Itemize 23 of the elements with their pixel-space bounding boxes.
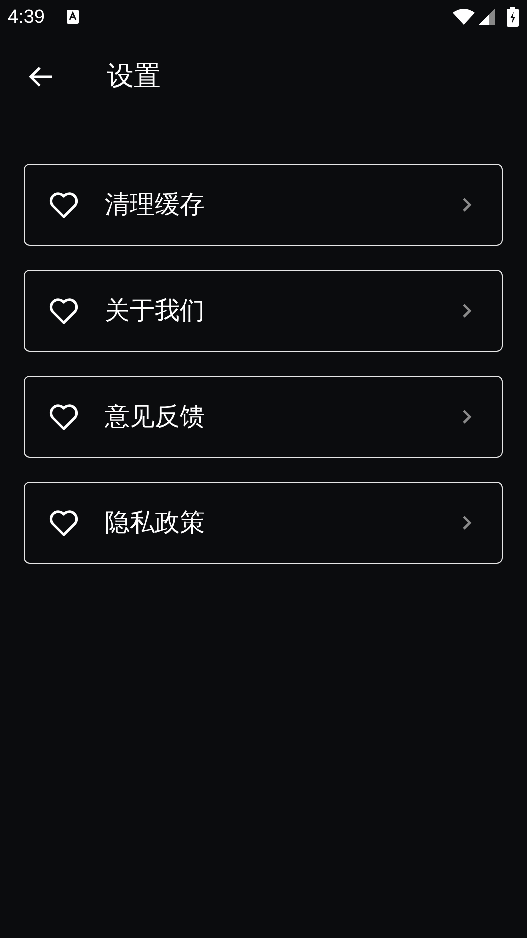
chevron-right-icon — [462, 197, 472, 213]
signal-icon — [479, 9, 495, 25]
heart-icon — [49, 404, 79, 430]
status-time: 4:39 — [8, 8, 45, 26]
row-label: 清理缓存 — [105, 190, 206, 220]
settings-row[interactable]: 意见反馈 — [24, 376, 503, 458]
heart-icon — [49, 510, 79, 536]
settings-row[interactable]: 清理缓存 — [24, 164, 503, 246]
back-arrow-icon — [28, 65, 54, 89]
heart-icon — [49, 298, 79, 324]
heart-icon — [49, 192, 79, 218]
row-label: 隐私政策 — [105, 508, 206, 538]
settings-row[interactable]: 隐私政策 — [24, 482, 503, 564]
chevron-right-icon — [462, 515, 472, 531]
page-title: 设置 — [107, 60, 161, 94]
chevron-right-icon — [462, 303, 472, 319]
chevron-right-icon — [462, 409, 472, 425]
row-label: 关于我们 — [105, 296, 206, 326]
battery-icon — [507, 7, 519, 27]
row-label: 意见反馈 — [105, 402, 206, 432]
notification-icon — [66, 10, 79, 24]
settings-row[interactable]: 关于我们 — [24, 270, 503, 352]
wifi-icon — [453, 9, 475, 25]
